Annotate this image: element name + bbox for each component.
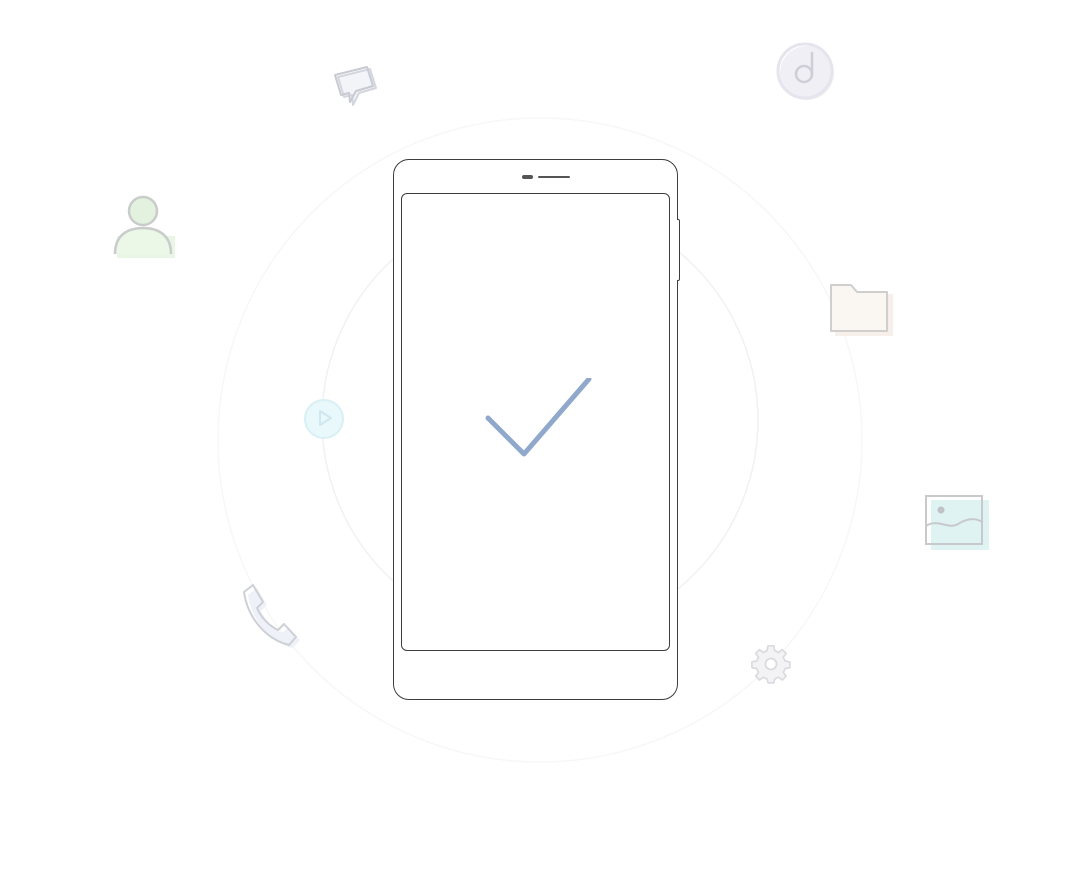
- transfer-complete-illustration: [0, 0, 1080, 878]
- call-icon: [240, 583, 302, 649]
- settings-icon: [750, 643, 792, 685]
- checkmark-icon: [480, 378, 592, 464]
- video-icon: [303, 398, 345, 440]
- phone-side-button: [677, 219, 680, 281]
- phone-screen: [401, 193, 670, 651]
- image-icon: [924, 494, 992, 554]
- contact-icon: [112, 192, 178, 262]
- message-icon: [332, 64, 380, 110]
- phone-device: [393, 159, 680, 700]
- phone-earpiece-speaker: [538, 176, 570, 178]
- music-icon: [776, 41, 838, 103]
- folder-icon: [829, 282, 895, 340]
- phone-front-sensor: [522, 175, 533, 179]
